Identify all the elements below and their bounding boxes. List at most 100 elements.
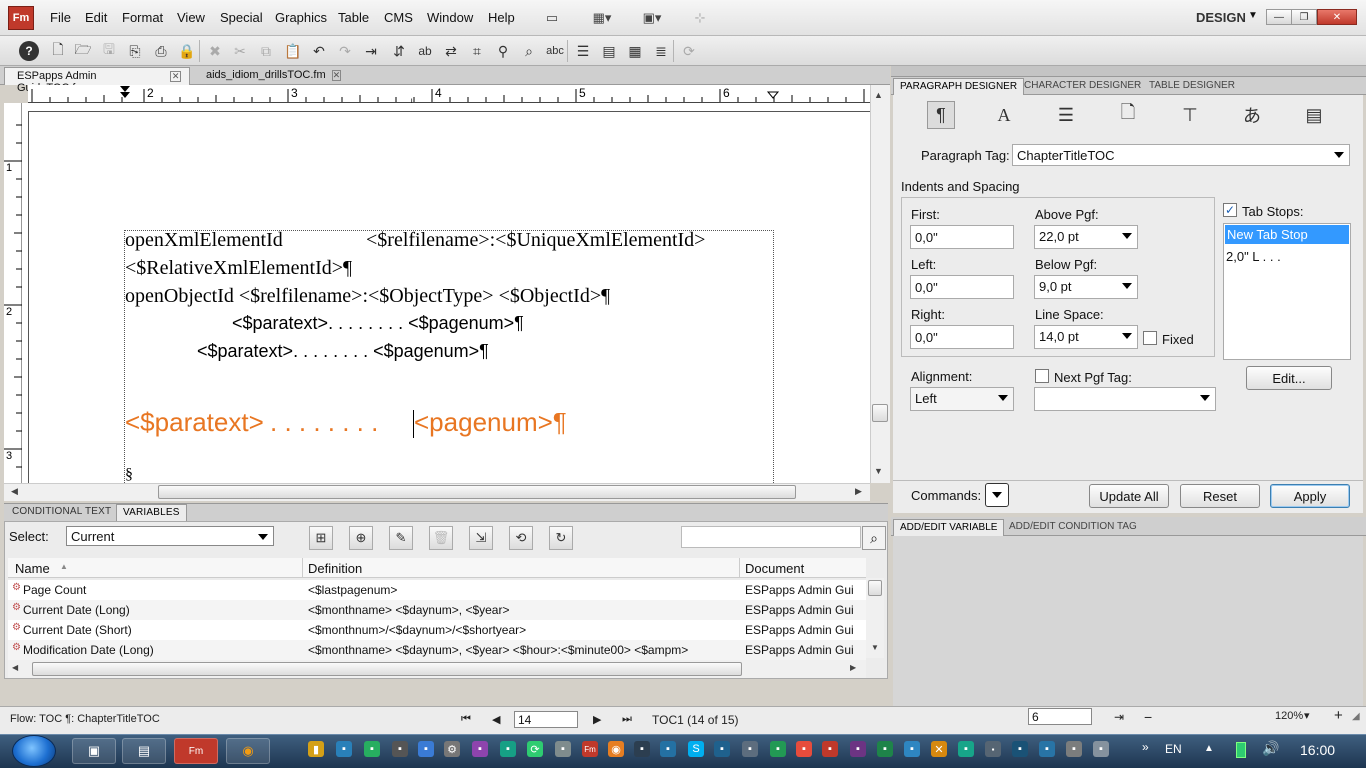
above-pgf-dropdown[interactable]: 22,0 pt: [1034, 225, 1138, 249]
resize-grip-icon[interactable]: ◢: [1352, 711, 1360, 722]
tray-app-icon[interactable]: ▪: [634, 741, 650, 757]
column-document[interactable]: Document: [745, 561, 804, 576]
advanced-icon[interactable]: ⊤: [1176, 101, 1204, 129]
skype-icon[interactable]: S: [688, 741, 704, 757]
add-variable-icon[interactable]: ⊕: [349, 526, 373, 550]
menu-help[interactable]: Help: [488, 10, 515, 25]
toc-line-5[interactable]: <$paratext>. . . . . . . . <$pagenum>¶: [197, 341, 489, 362]
zoom-level[interactable]: 120%: [1275, 710, 1303, 722]
tray-expand-icon[interactable]: ▲: [1204, 743, 1214, 754]
battery-icon[interactable]: [1236, 742, 1246, 758]
lock-icon[interactable]: 🔒: [177, 41, 197, 61]
tray-folder-icon[interactable]: ▮: [308, 741, 324, 757]
save-all-icon[interactable]: ⎘: [125, 41, 145, 61]
scroll-down-icon[interactable]: ▼: [874, 466, 883, 476]
tray-app-icon[interactable]: ▪: [985, 741, 1001, 757]
tab-paragraph-designer[interactable]: PARAGRAPH DESIGNER: [893, 78, 1025, 95]
tray-app-icon[interactable]: ▪: [904, 741, 920, 757]
tray-app-icon[interactable]: ▪: [742, 741, 758, 757]
tray-app-icon[interactable]: ▪: [472, 741, 488, 757]
chevron-down-icon[interactable]: ▾: [1304, 709, 1310, 722]
tab-espapps-admin-guide-toc[interactable]: ESPapps Admin GuideTOC.fm ✕: [4, 67, 190, 94]
menu-file[interactable]: File: [50, 10, 71, 25]
right-indent-input[interactable]: 0,0": [910, 325, 1014, 349]
tab-table-designer[interactable]: TABLE DESIGNER: [1143, 78, 1241, 95]
tray-sync-icon[interactable]: ⟳: [527, 741, 543, 757]
text-flow-icon[interactable]: ⇵: [389, 41, 409, 61]
toc-line-3[interactable]: openObjectId <$relfilename>:<$ObjectType…: [125, 285, 610, 308]
tray-app-icon[interactable]: ▪: [770, 741, 786, 757]
first-page-icon[interactable]: ⏮: [461, 713, 471, 726]
menu-graphics[interactable]: Graphics: [275, 10, 327, 25]
toc-line-6b[interactable]: . . . . . . . .: [270, 407, 378, 438]
scroll-left-icon[interactable]: ◀: [11, 486, 18, 497]
delete-icon[interactable]: ✖: [205, 41, 225, 61]
numbering-icon[interactable]: 🗋: [1114, 101, 1142, 129]
commands-dropdown[interactable]: [985, 483, 1009, 507]
tray-app-icon[interactable]: ▪: [822, 741, 838, 757]
paragraph-format-icon[interactable]: ▤: [599, 41, 619, 61]
toc-line-6a[interactable]: <$paratext>: [125, 407, 264, 438]
apply-button[interactable]: Apply: [1270, 484, 1350, 508]
edit-button[interactable]: Edit...: [1246, 366, 1332, 390]
save-icon[interactable]: 🖫: [99, 41, 119, 61]
menu-view[interactable]: View: [177, 10, 205, 25]
taskbar-firefox-icon[interactable]: ◉: [226, 738, 270, 764]
cross-ref-icon[interactable]: ⇄: [441, 41, 461, 61]
start-button[interactable]: [12, 735, 56, 767]
menu-special[interactable]: Special: [220, 10, 263, 25]
scroll-right-icon[interactable]: ▶: [850, 663, 856, 672]
page-number-input[interactable]: 14: [514, 711, 578, 728]
view-mode-icon[interactable]: ▦▾: [584, 8, 620, 28]
tray-app-icon[interactable]: ▪: [1039, 741, 1055, 757]
tray-app-icon[interactable]: ▪: [877, 741, 893, 757]
toc-line-1a[interactable]: openXmlElementId: [125, 229, 283, 252]
tab-add-edit-variable[interactable]: ADD/EDIT VARIABLE: [893, 519, 1005, 536]
tray-app-icon[interactable]: ▪: [418, 741, 434, 757]
toc-line-2[interactable]: <$RelativeXmlElementId>¶: [125, 257, 352, 280]
import-icon[interactable]: ⇥: [361, 41, 381, 61]
taskbar-terminal-icon[interactable]: ▤: [122, 738, 166, 764]
refresh-variables-icon[interactable]: ↻: [549, 526, 573, 550]
tray-app-icon[interactable]: ▪: [958, 741, 974, 757]
column-definition[interactable]: Definition: [308, 561, 362, 576]
pilcrow-icon[interactable]: ¶: [927, 101, 955, 129]
tray-app-icon[interactable]: ▪: [555, 741, 571, 757]
left-indent-input[interactable]: 0,0": [910, 275, 1014, 299]
grid-h-scroll-thumb[interactable]: [32, 662, 742, 676]
zoom-in-icon[interactable]: +: [1334, 707, 1343, 724]
panel-grip[interactable]: [891, 66, 1366, 77]
search-icon[interactable]: ⌕: [519, 41, 539, 61]
screen-mode-icon[interactable]: ▣▾: [634, 8, 670, 28]
tab-stop-item-new[interactable]: New Tab Stop: [1225, 225, 1349, 244]
tray-app-icon[interactable]: ▪: [1066, 741, 1082, 757]
hyperlink-icon[interactable]: ⌗: [467, 41, 487, 61]
paragraph-tag-dropdown[interactable]: ChapterTitleTOC: [1012, 144, 1350, 166]
reset-button[interactable]: Reset: [1180, 484, 1260, 508]
new-file-icon[interactable]: 🗋: [48, 41, 68, 61]
toc-line-1b[interactable]: <$relfilename>:<$UniqueXmlElementId>: [366, 229, 705, 252]
redo-icon[interactable]: ↷: [335, 41, 355, 61]
update-variables-icon[interactable]: ⟲: [509, 526, 533, 550]
tray-firefox-icon[interactable]: ◉: [608, 741, 624, 757]
tray-app-icon[interactable]: ▪: [714, 741, 730, 757]
find-replace-icon[interactable]: ⚲: [493, 41, 513, 61]
horizontal-scroll-thumb[interactable]: [158, 485, 796, 499]
fixed-checkbox[interactable]: [1143, 331, 1157, 345]
variable-search-input[interactable]: [681, 526, 861, 548]
tab-conditional-text[interactable]: CONDITIONAL TEXT: [6, 504, 117, 521]
workspace-switcher[interactable]: DESIGN: [1196, 10, 1246, 25]
restore-button[interactable]: ❐: [1291, 9, 1317, 25]
first-indent-input[interactable]: 0,0": [910, 225, 1014, 249]
tray-app-icon[interactable]: ▪: [796, 741, 812, 757]
tray-app-icon[interactable]: ▪: [1012, 741, 1028, 757]
cut-icon[interactable]: ✂: [230, 41, 250, 61]
toc-line-6c[interactable]: <pagenum>¶: [414, 407, 567, 438]
clock[interactable]: 16:00: [1300, 742, 1335, 758]
tray-app-icon[interactable]: ▪: [850, 741, 866, 757]
tab-character-designer[interactable]: CHARACTER DESIGNER: [1018, 78, 1147, 95]
taskbar-framemaker-icon[interactable]: Fm: [174, 738, 218, 764]
open-folder-icon[interactable]: 🗁: [73, 41, 93, 61]
gear-icon[interactable]: ⚙: [444, 741, 460, 757]
toc-line-4[interactable]: <$paratext>. . . . . . . . <$pagenum>¶: [232, 313, 524, 334]
